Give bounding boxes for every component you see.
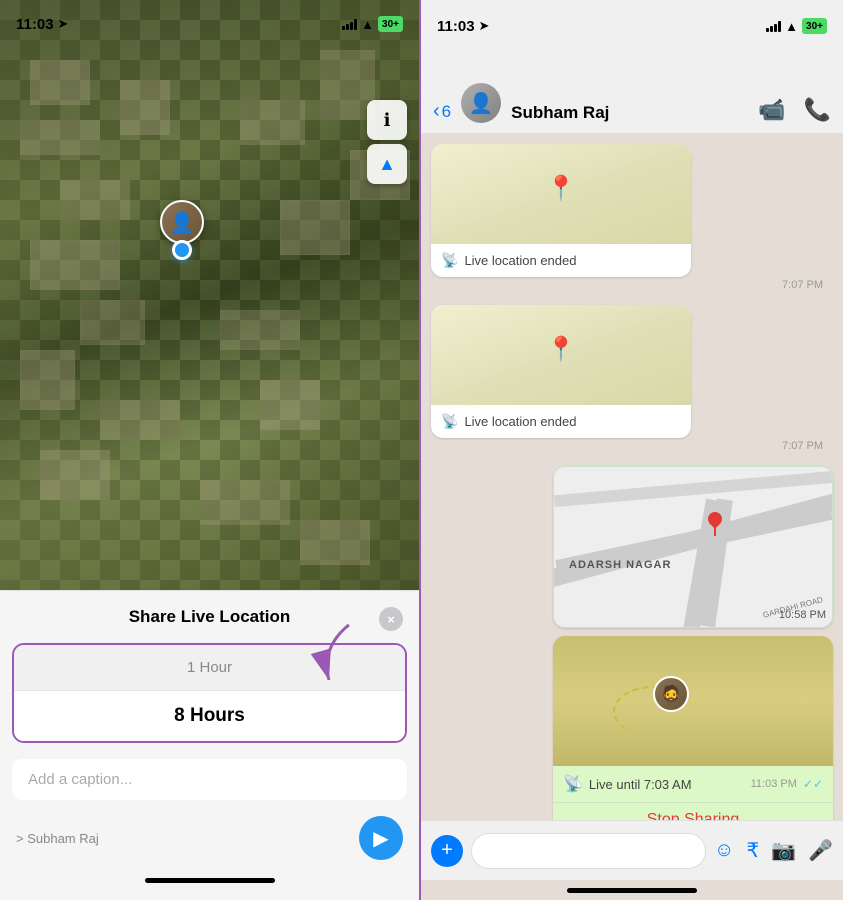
- close-icon: ×: [387, 612, 395, 627]
- send-icon: ▶: [373, 826, 388, 851]
- map-pin-icon-2: 📍: [546, 335, 576, 364]
- map-controls: ℹ ▲: [367, 100, 407, 184]
- live-location-icon: 📡: [563, 774, 583, 794]
- right-location-arrow: ➤: [479, 18, 490, 34]
- right-battery-indicator: 30+: [802, 18, 827, 34]
- sheet-title: Share Live Location: [129, 607, 291, 627]
- live-avatar: 🧔: [653, 676, 689, 712]
- send-button[interactable]: ▶: [359, 816, 403, 860]
- location-thumb-2: 📍: [431, 305, 691, 405]
- chat-header: ‹ 6 👤 Subham Raj 📹 📞: [421, 44, 843, 134]
- info-icon: ℹ: [384, 110, 391, 131]
- rupee-button[interactable]: ₹: [746, 838, 759, 863]
- location-dot: [172, 240, 192, 260]
- info-button[interactable]: ℹ: [367, 100, 407, 140]
- time-display: 11:03: [16, 16, 54, 33]
- satellite-map: [0, 0, 419, 590]
- home-bar: [145, 878, 275, 883]
- map-pin-icon-1: 📍: [546, 174, 576, 203]
- area-label: ADARSH NAGAR: [569, 559, 671, 571]
- recipient-label: > Subham Raj: [16, 831, 99, 846]
- phone-call-button[interactable]: 📞: [804, 97, 831, 123]
- map-preview: ADARSH NAGAR GARDAHI ROAD 10:58 PM: [554, 467, 833, 627]
- message-map-pin: ADARSH NAGAR GARDAHI ROAD 10:58 PM: [553, 466, 833, 628]
- right-status-icons: ▲ 30+: [766, 18, 827, 34]
- signal-bars: [342, 18, 357, 30]
- mic-button[interactable]: 🎤: [808, 838, 833, 863]
- message-input[interactable]: [471, 833, 706, 869]
- map-area[interactable]: 11:03 ➤ ▲ 30+ ℹ ▲: [0, 0, 419, 590]
- live-avatar-icon: 🧔: [661, 684, 681, 704]
- live-card-footer: 📡 Live until 7:03 AM 11:03 PM ✓✓: [553, 766, 833, 802]
- right-wifi-icon: ▲: [785, 19, 798, 34]
- contact-avatar[interactable]: 👤: [461, 83, 501, 123]
- contact-name: Subham Raj: [511, 103, 748, 123]
- back-button[interactable]: ‹ 6: [433, 100, 451, 123]
- map-card-active[interactable]: ADARSH NAGAR GARDAHI ROAD 10:58 PM: [553, 466, 833, 628]
- live-map-thumb: 🧔: [553, 636, 833, 766]
- home-indicator: [0, 872, 419, 892]
- live-until-text: Live until 7:03 AM: [589, 777, 745, 792]
- stop-sharing-label: Stop Sharing: [647, 811, 740, 820]
- message-location-ended-1: 📍 📡 Live location ended 7:07 PM: [431, 144, 833, 297]
- home-indicator-right: [421, 880, 843, 900]
- message-location-ended-2: 📍 📡 Live location ended 7:07 PM: [431, 305, 833, 458]
- location-card-1[interactable]: 📍 📡 Live location ended: [431, 144, 691, 277]
- location-arrow-icon: ➤: [58, 16, 69, 32]
- battery-indicator: 30+: [378, 16, 403, 32]
- right-panel: 11:03 ➤ ▲ 30+ ‹ 6 👤 Subham Raj 📹 📞: [421, 0, 843, 900]
- location-ended-text-1: Live location ended: [464, 253, 576, 268]
- status-bar-right: 11:03 ➤ ▲ 30+: [421, 0, 843, 44]
- left-panel: 11:03 ➤ ▲ 30+ ℹ ▲: [0, 0, 421, 900]
- location-ended-text-2: Live location ended: [464, 414, 576, 429]
- camera-button[interactable]: 📷: [771, 838, 796, 863]
- header-actions: 📹 📞: [758, 97, 831, 123]
- wifi-icon: ▲: [361, 17, 374, 32]
- right-time-display: 11:03: [437, 18, 475, 35]
- double-check-icon: ✓✓: [803, 777, 823, 791]
- live-location-card[interactable]: 🧔 📡 Live until 7:03 AM 11:03 PM ✓✓ Stop …: [553, 636, 833, 820]
- chat-input-bar: + ☺ ₹ 📷 🎤: [421, 820, 843, 880]
- message-time-1: 7:07 PM: [431, 277, 833, 297]
- location-footer-2: 📡 Live location ended: [431, 405, 691, 438]
- bottom-sheet: Share Live Location × 1 Hour 8 Hours Add…: [0, 590, 419, 900]
- status-bar-left: 11:03 ➤ ▲ 30+: [0, 0, 419, 40]
- stop-sharing-button[interactable]: Stop Sharing: [553, 802, 833, 820]
- annotation-arrow: [299, 615, 359, 700]
- status-icons: ▲ 30+: [342, 16, 403, 32]
- plus-icon: +: [441, 839, 453, 862]
- close-button[interactable]: ×: [379, 607, 403, 631]
- home-bar-right: [567, 888, 697, 893]
- map-pin-marker: [708, 512, 722, 536]
- locate-button[interactable]: ▲: [367, 144, 407, 184]
- message-time-2: 7:07 PM: [431, 438, 833, 458]
- navigate-icon: ▲: [378, 154, 396, 175]
- location-card-2[interactable]: 📍 📡 Live location ended: [431, 305, 691, 438]
- right-signal-bars: [766, 20, 781, 32]
- location-icon-1: 📡: [441, 252, 458, 269]
- user-location-pin: 👤: [160, 200, 204, 260]
- map-buildings: [0, 0, 419, 590]
- input-actions: ☺ ₹ 📷 🎤: [714, 838, 833, 863]
- sticker-button[interactable]: ☺: [714, 839, 734, 862]
- chat-messages: 📍 📡 Live location ended 7:07 PM 📍 📡 Live…: [421, 134, 843, 820]
- back-count: 6: [442, 102, 451, 122]
- video-call-button[interactable]: 📹: [758, 97, 785, 123]
- caption-placeholder: Add a caption...: [28, 771, 132, 788]
- avatar-icon: 👤: [469, 91, 494, 116]
- add-attachment-button[interactable]: +: [431, 835, 463, 867]
- map-card-time: 10:58 PM: [779, 609, 826, 621]
- back-chevron-icon: ‹: [433, 100, 440, 123]
- caption-field[interactable]: Add a caption...: [12, 759, 407, 800]
- location-icon-2: 📡: [441, 413, 458, 430]
- sheet-footer: > Subham Raj ▶: [0, 808, 419, 872]
- message-live-location: 🧔 📡 Live until 7:03 AM 11:03 PM ✓✓ Stop …: [553, 636, 833, 820]
- avatar-circle: 👤: [160, 200, 204, 244]
- location-thumb-1: 📍: [431, 144, 691, 244]
- live-message-time: 11:03 PM: [751, 778, 797, 790]
- location-footer-1: 📡 Live location ended: [431, 244, 691, 277]
